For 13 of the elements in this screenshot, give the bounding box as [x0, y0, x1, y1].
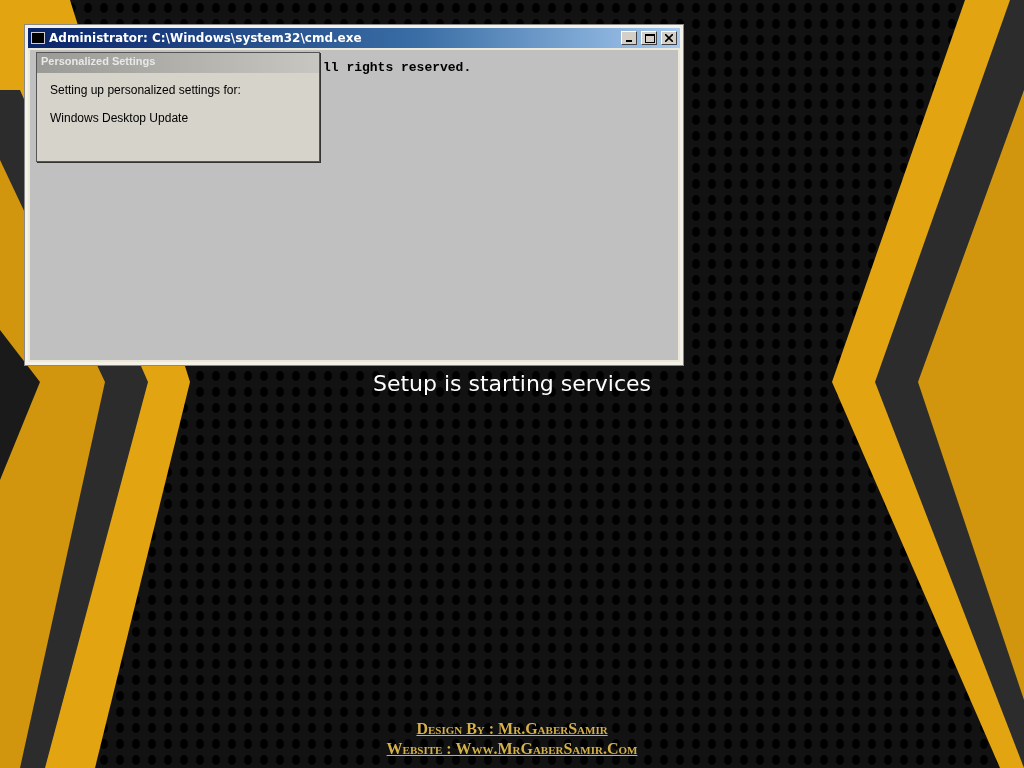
dialog-text: Windows Desktop Update — [50, 111, 190, 125]
close-button[interactable] — [661, 31, 677, 45]
console-text: ll rights reserved. — [323, 60, 472, 75]
maximize-button[interactable] — [641, 31, 657, 45]
credit-text: Website : Www.MrGaberSamir.Com — [386, 740, 638, 758]
dialog-title: Personalized Settings — [37, 53, 319, 73]
minimize-button[interactable] — [621, 31, 637, 45]
dialog-text: Setting up personalized settings for: — [50, 83, 242, 97]
console-icon — [31, 32, 45, 44]
credit-text: Design By : Mr.GaberSamir — [416, 720, 608, 738]
status-text: Setup is starting services — [372, 371, 652, 396]
close-icon — [665, 34, 673, 42]
window-title: Administrator: C:\Windows\system32\cmd.exe — [49, 31, 363, 45]
